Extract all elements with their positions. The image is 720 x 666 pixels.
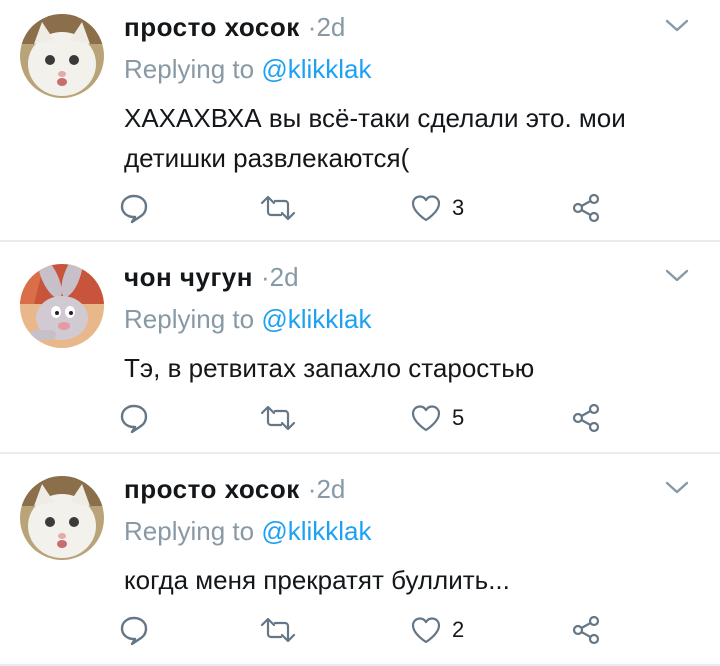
- display-name[interactable]: просто хосок: [124, 474, 300, 505]
- heart-icon: [411, 405, 441, 432]
- avatar[interactable]: [20, 264, 104, 348]
- share-button[interactable]: [570, 610, 602, 650]
- display-name[interactable]: чон чугун: [124, 262, 253, 293]
- reply-button[interactable]: [118, 398, 150, 438]
- replying-to: Replying to @klikklak: [124, 516, 372, 547]
- share-nodes-icon: [572, 403, 600, 433]
- tweet-text: Тэ, в ретвитах запахло старостью: [124, 353, 535, 383]
- retweet-arrows-icon: [260, 617, 296, 643]
- tweet-2[interactable]: чон чугун · 2d Replying to @klikklak Тэ,…: [0, 252, 720, 452]
- tweet-text: ХАХАХВХА вы всё-таки сделали это. мои де…: [124, 103, 626, 173]
- retweet-button[interactable]: [258, 610, 298, 650]
- like-button[interactable]: 2: [410, 610, 464, 650]
- speech-bubble-icon: [120, 404, 148, 434]
- separator: ·: [307, 474, 317, 504]
- replying-handle-link[interactable]: @klikklak: [261, 516, 371, 546]
- like-button[interactable]: 3: [410, 188, 464, 228]
- like-count: 3: [452, 195, 465, 220]
- action-bar: 3: [0, 188, 720, 228]
- retweet-arrows-icon: [260, 195, 296, 221]
- separator: ·: [307, 12, 317, 42]
- chevron-down-icon[interactable]: [664, 478, 690, 498]
- timestamp[interactable]: 2d: [316, 12, 345, 43]
- speech-bubble-icon: [120, 194, 148, 224]
- retweet-button[interactable]: [258, 398, 298, 438]
- replying-label: Replying to: [124, 304, 255, 334]
- like-count: 2: [452, 617, 465, 642]
- reply-feed: просто хосок · 2d Replying to @klikklak …: [0, 0, 720, 666]
- action-bar: 2: [0, 610, 720, 650]
- like-count: 5: [452, 405, 465, 430]
- replying-handle-link[interactable]: @klikklak: [261, 304, 371, 334]
- display-name[interactable]: просто хосок: [124, 12, 300, 43]
- tweet-header: просто хосок · 2d: [124, 474, 345, 510]
- chevron-down-icon[interactable]: [664, 16, 690, 36]
- reply-button[interactable]: [118, 610, 150, 650]
- reply-button[interactable]: [118, 188, 150, 228]
- share-nodes-icon: [572, 193, 600, 223]
- tweet-text: когда меня прекратят буллить...: [124, 565, 510, 595]
- divider: [0, 240, 720, 242]
- tweet-header: чон чугун · 2d: [124, 262, 299, 298]
- share-button[interactable]: [570, 398, 602, 438]
- divider: [0, 452, 720, 454]
- action-bar: 5: [0, 398, 720, 438]
- timestamp[interactable]: 2d: [270, 262, 299, 293]
- retweet-arrows-icon: [260, 405, 296, 431]
- like-button[interactable]: 5: [410, 398, 464, 438]
- avatar[interactable]: [20, 14, 104, 98]
- share-nodes-icon: [572, 615, 600, 645]
- tweet-1[interactable]: просто хосок · 2d Replying to @klikklak …: [0, 0, 720, 240]
- avatar[interactable]: [20, 476, 104, 560]
- timestamp[interactable]: 2d: [316, 474, 345, 505]
- replying-label: Replying to: [124, 516, 255, 546]
- replying-handle-link[interactable]: @klikklak: [261, 54, 371, 84]
- tweet-header: просто хосок · 2d: [124, 12, 345, 48]
- chevron-down-icon[interactable]: [664, 266, 690, 286]
- replying-label: Replying to: [124, 54, 255, 84]
- heart-icon: [411, 195, 441, 222]
- tweet-3[interactable]: просто хосок · 2d Replying to @klikklak …: [0, 464, 720, 664]
- heart-icon: [411, 617, 441, 644]
- separator: ·: [260, 262, 270, 292]
- retweet-button[interactable]: [258, 188, 298, 228]
- share-button[interactable]: [570, 188, 602, 228]
- replying-to: Replying to @klikklak: [124, 54, 372, 85]
- speech-bubble-icon: [120, 616, 148, 646]
- replying-to: Replying to @klikklak: [124, 304, 372, 335]
